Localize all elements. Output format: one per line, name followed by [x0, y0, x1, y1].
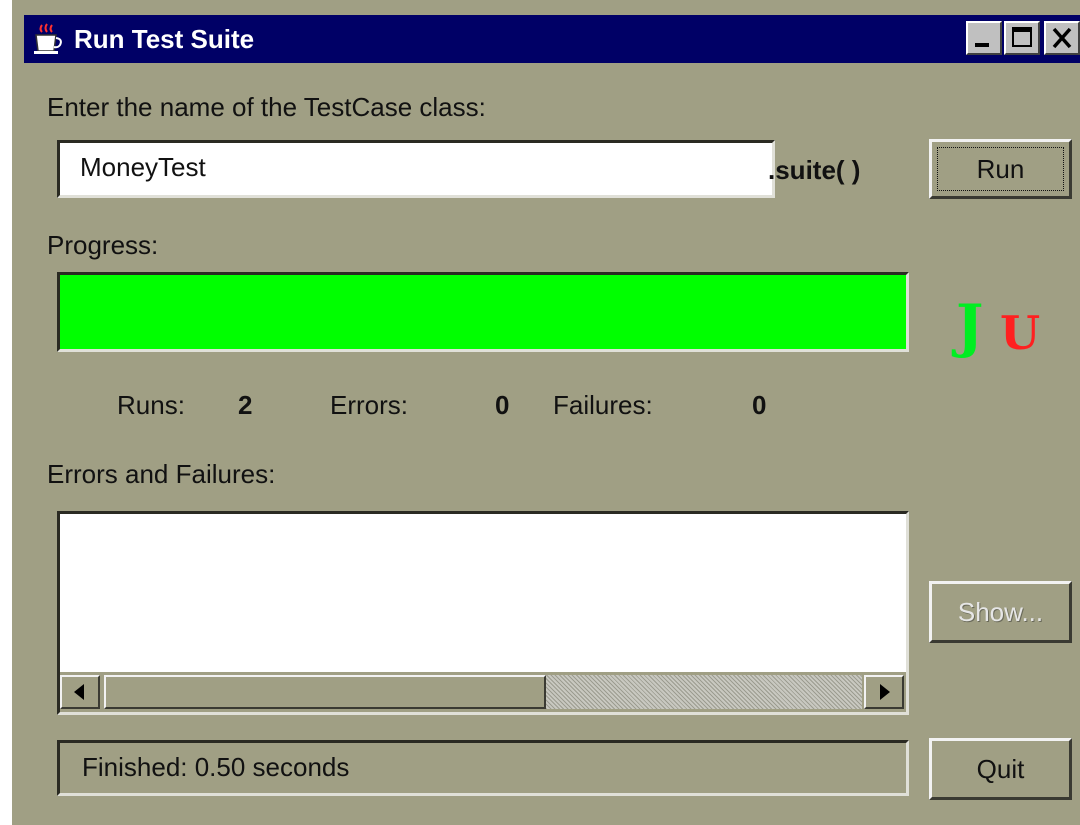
- java-cup-icon: [30, 21, 66, 57]
- testcase-input[interactable]: MoneyTest: [57, 140, 775, 198]
- junit-logo: J U: [956, 292, 1076, 362]
- horizontal-scrollbar[interactable]: [60, 672, 906, 712]
- progress-bar: [57, 272, 909, 352]
- failures-count: 0: [752, 390, 767, 420]
- scrollbar-thumb[interactable]: [104, 675, 546, 709]
- testcase-prompt-label: Enter the name of the TestCase class:: [47, 92, 486, 122]
- maximize-button[interactable]: [1004, 21, 1040, 55]
- show-button[interactable]: Show...: [929, 581, 1072, 643]
- suite-suffix-label: .suite( ): [768, 155, 861, 185]
- errors-label: Errors:: [330, 390, 408, 420]
- run-button-label: Run: [976, 153, 1025, 184]
- quit-button-label: Quit: [976, 753, 1025, 784]
- window-title: Run Test Suite: [74, 24, 255, 54]
- arrow-right-icon: [880, 684, 890, 700]
- minimize-icon: [975, 43, 989, 47]
- runs-label: Runs:: [117, 390, 185, 420]
- run-button[interactable]: Run: [929, 139, 1072, 199]
- quit-button[interactable]: Quit: [929, 738, 1072, 800]
- progress-label: Progress:: [47, 230, 159, 260]
- failures-label: Failures:: [553, 390, 653, 420]
- show-button-label: Show...: [957, 596, 1044, 627]
- scroll-left-button[interactable]: [60, 675, 100, 709]
- close-button[interactable]: [1044, 21, 1080, 55]
- scroll-right-button[interactable]: [864, 675, 904, 709]
- close-icon: [1052, 27, 1072, 49]
- status-text: Finished: 0.50 seconds: [82, 752, 350, 782]
- title-bar[interactable]: Run Test Suite: [24, 15, 1080, 63]
- progress-bar-fill: [60, 275, 906, 349]
- maximize-icon: [1012, 27, 1032, 47]
- arrow-left-icon: [74, 684, 84, 700]
- runs-count: 2: [238, 390, 253, 420]
- errors-failures-label: Errors and Failures:: [47, 459, 276, 489]
- run-test-suite-window: Run Test Suite Enter the name of the Tes…: [0, 0, 1080, 825]
- minimize-button[interactable]: [966, 21, 1002, 55]
- junit-logo-u: U: [1000, 306, 1041, 360]
- testcase-input-value: MoneyTest: [80, 152, 206, 182]
- junit-logo-j: J: [956, 292, 984, 360]
- scrollbar-track[interactable]: [546, 675, 862, 709]
- errors-failures-list[interactable]: [57, 511, 909, 715]
- errors-count: 0: [495, 390, 510, 420]
- status-bar: Finished: 0.50 seconds: [57, 740, 909, 796]
